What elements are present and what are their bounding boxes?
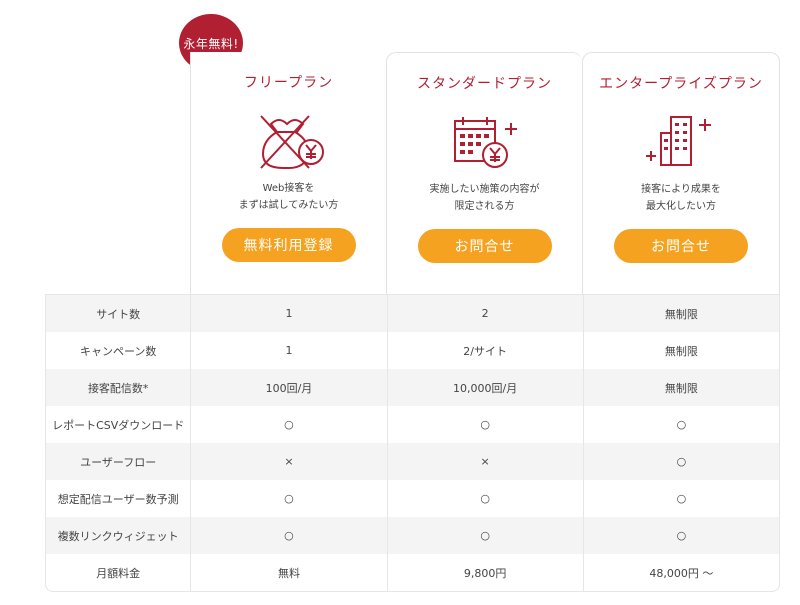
- enterprise-contact-button[interactable]: お問合せ: [614, 229, 748, 263]
- plan-desc-line: 最大化したい方: [646, 201, 716, 212]
- row-label: 想定配信ユーザー数予測: [45, 480, 192, 517]
- row-label: 接客配信数*: [45, 369, 192, 406]
- row-label: 月額料金: [45, 554, 192, 592]
- plan-description: 実施したい施策の内容が 限定される方: [387, 181, 582, 215]
- table-row: 想定配信ユーザー数予測 ○ ○ ○: [45, 480, 780, 517]
- table-row: ユーザーフロー × × ○: [45, 443, 780, 480]
- plan-title: スタンダードプラン: [417, 76, 552, 92]
- plan-desc-line: 実施したい施策の内容が: [429, 184, 540, 195]
- table-row: キャンペーン数 1 2/サイト 無制限: [45, 332, 780, 369]
- standard-contact-button[interactable]: お問合せ: [417, 229, 552, 263]
- plan-card-free: フリープラン Web接客を まずは試してみたい方 無料利用登録: [190, 52, 386, 294]
- cell-enterprise: 無制限: [583, 332, 780, 369]
- table-row: 接客配信数* 100回/月 10,000回/月 無制限: [45, 369, 780, 406]
- free-signup-button[interactable]: 無料利用登録: [221, 228, 356, 262]
- plan-desc-line: 接客により成果を: [641, 184, 721, 195]
- cell-enterprise: 48,000円 ～: [583, 554, 780, 592]
- plan-card-enterprise: エンタープライズプラン 接客により成果を 最大化したい方 お問合せ: [582, 52, 780, 294]
- calendar-yen-icon: [453, 117, 517, 168]
- cell-standard: 10,000回/月: [387, 369, 584, 406]
- row-label: サイト数: [45, 294, 192, 332]
- table-row: 月額料金 無料 9,800円 48,000円 ～: [45, 554, 780, 592]
- cell-enterprise: ○: [583, 517, 780, 554]
- cell-free: 無料: [191, 554, 388, 592]
- plan-desc-line: まずは試してみたい方: [238, 200, 339, 211]
- cell-standard: ○: [387, 406, 584, 443]
- plan-title: フリープラン: [243, 75, 334, 91]
- plan-title: エンタープライズプラン: [599, 76, 763, 92]
- free-yen-icon: [259, 115, 324, 169]
- cell-enterprise: 無制限: [583, 294, 780, 332]
- row-label: ユーザーフロー: [45, 443, 192, 480]
- plan-description: 接客により成果を 最大化したい方: [583, 181, 779, 215]
- plan-cards: フリープラン Web接客を まずは試してみたい方 無料利用登録 スタンダードプラ…: [190, 52, 780, 294]
- cell-free: 100回/月: [191, 369, 388, 406]
- plan-card-standard: スタンダードプラン 実施したい施策の内容が 限定される方 お問合せ: [386, 52, 582, 294]
- cell-enterprise: ○: [583, 480, 780, 517]
- cell-standard: ×: [387, 443, 584, 480]
- plan-description: Web接客を まずは試してみたい方: [191, 180, 386, 214]
- plan-desc-line: 限定される方: [454, 201, 515, 212]
- row-label: 複数リンクウィジェット: [45, 517, 192, 554]
- table-row: サイト数 1 2 無制限: [45, 294, 780, 332]
- cell-free: 1: [191, 332, 388, 369]
- cell-free: ○: [191, 517, 388, 554]
- cell-free: ×: [191, 443, 388, 480]
- row-label: レポートCSVダウンロード: [45, 406, 192, 443]
- cell-standard: ○: [387, 517, 584, 554]
- cell-standard: 9,800円: [387, 554, 584, 592]
- cell-free: 1: [191, 294, 388, 332]
- cell-enterprise: 無制限: [583, 369, 780, 406]
- cell-free: ○: [191, 406, 388, 443]
- table-row: レポートCSVダウンロード ○ ○ ○: [45, 406, 780, 443]
- row-label: キャンペーン数: [45, 332, 192, 369]
- cell-standard: ○: [387, 480, 584, 517]
- cell-enterprise: ○: [583, 406, 780, 443]
- cell-standard: 2: [387, 294, 584, 332]
- cell-standard: 2/サイト: [387, 332, 584, 369]
- cell-free: ○: [191, 480, 388, 517]
- plan-desc-line: Web接客を: [262, 183, 315, 194]
- table-row: 複数リンクウィジェット ○ ○ ○: [45, 517, 780, 554]
- cell-enterprise: ○: [583, 443, 780, 480]
- plan-comparison-table: サイト数 1 2 無制限 キャンペーン数 1 2/サイト 無制限 接客配信数* …: [45, 294, 780, 592]
- buildings-icon: [646, 116, 711, 166]
